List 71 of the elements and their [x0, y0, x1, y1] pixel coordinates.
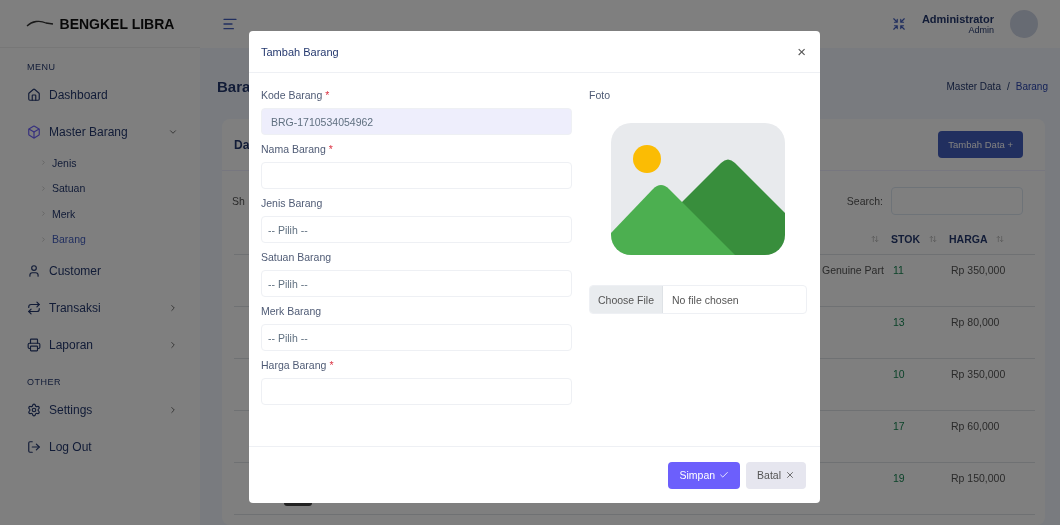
sidebar-subitem[interactable]: Satuan [0, 175, 200, 201]
choose-file-button[interactable]: Choose File [590, 286, 664, 313]
menu-section-label: MENU [26, 62, 57, 72]
cancel-button[interactable]: Batal [746, 461, 806, 489]
chevron-right-icon [168, 339, 178, 350]
menu-icon[interactable] [222, 16, 238, 32]
close-button[interactable]: × [795, 43, 808, 60]
table-cell: Rp 80,000 [951, 316, 1000, 328]
table-cell: Rp 60,000 [951, 420, 1000, 432]
card-title: Da [234, 137, 250, 152]
table-cell: 11 [893, 264, 904, 276]
shrink-icon[interactable] [891, 17, 906, 31]
field-label: Nama Barang * [261, 143, 334, 155]
table-cell: Genuine Part [822, 264, 884, 276]
sort-icon[interactable] [996, 234, 1004, 243]
field-label: Jenis Barang [261, 197, 324, 209]
sidebar-item[interactable]: Transaksi [0, 289, 200, 326]
required-mark: * [328, 143, 333, 155]
menu-section-label: OTHER [26, 377, 62, 387]
breadcrumb-link[interactable]: Barang [1015, 81, 1048, 92]
image-placeholder-icon [611, 123, 785, 255]
sidebar-item[interactable]: Customer [0, 252, 200, 289]
select-field[interactable]: -- Pilih -- [261, 324, 572, 351]
column-header[interactable]: HARGA [943, 223, 1010, 255]
sidebar-item[interactable]: Log Out [0, 428, 200, 465]
table-cell: Rp 150,000 [951, 472, 1006, 484]
user-role: Admin [968, 25, 994, 35]
show-entries-label: Sh [232, 195, 245, 207]
required-mark: * [329, 359, 334, 371]
breadcrumb-link[interactable]: Master Data [946, 81, 1001, 92]
table-cell: 10 [893, 368, 905, 380]
chevron-right-icon [168, 302, 178, 313]
sort-icon[interactable] [929, 234, 937, 243]
sidebar-subitem[interactable]: Barang [0, 226, 200, 252]
close-icon [785, 470, 795, 480]
select-field[interactable]: -- Pilih -- [261, 216, 572, 243]
sidebar-item[interactable]: Master Barang [0, 113, 200, 150]
field-label: Satuan Barang [261, 251, 333, 263]
file-input[interactable]: Choose File No file chosen [589, 285, 807, 314]
input-field[interactable]: BRG-1710534054962 [261, 108, 572, 135]
sidebar-item[interactable]: Settings [0, 391, 200, 428]
field-label: Harga Barang * [261, 359, 335, 371]
table-cell: 19 [893, 472, 905, 484]
file-status: No file chosen [671, 293, 739, 306]
chevron-right-icon [168, 404, 178, 415]
select-field[interactable]: -- Pilih -- [261, 270, 572, 297]
modal-title: Tambah Barang [261, 45, 339, 58]
sort-icon[interactable] [871, 234, 879, 243]
car-outline-icon [25, 19, 54, 28]
add-data-button[interactable]: Tambah Data + [938, 131, 1023, 158]
user-name: Administrator [921, 13, 994, 25]
brand-name: BENGKEL LIBRA [59, 15, 175, 32]
save-button[interactable]: Simpan [668, 461, 741, 489]
sidebar-subitem[interactable]: Merk [0, 201, 200, 227]
sidebar-item[interactable]: Laporan [0, 326, 200, 363]
breadcrumb-separator: / [1006, 81, 1010, 92]
field-label: Kode Barang * [261, 89, 331, 101]
check-icon [719, 470, 730, 480]
sidebar-item[interactable]: Dashboard [0, 76, 200, 113]
sidebar-subitem[interactable]: Jenis [0, 150, 200, 176]
page-title: Bara [217, 78, 251, 95]
avatar[interactable] [1010, 10, 1038, 38]
table-cell: 17 [893, 420, 905, 432]
column-header[interactable]: STOK [885, 223, 943, 255]
field-label: Foto [589, 89, 611, 101]
search-label: Search: [846, 195, 883, 207]
table-cell: 13 [893, 316, 905, 328]
table-cell: Rp 350,000 [951, 264, 1006, 276]
required-mark: * [325, 89, 330, 101]
table-cell: Rp 350,000 [951, 368, 1006, 380]
field-label: Merk Barang [261, 305, 323, 317]
